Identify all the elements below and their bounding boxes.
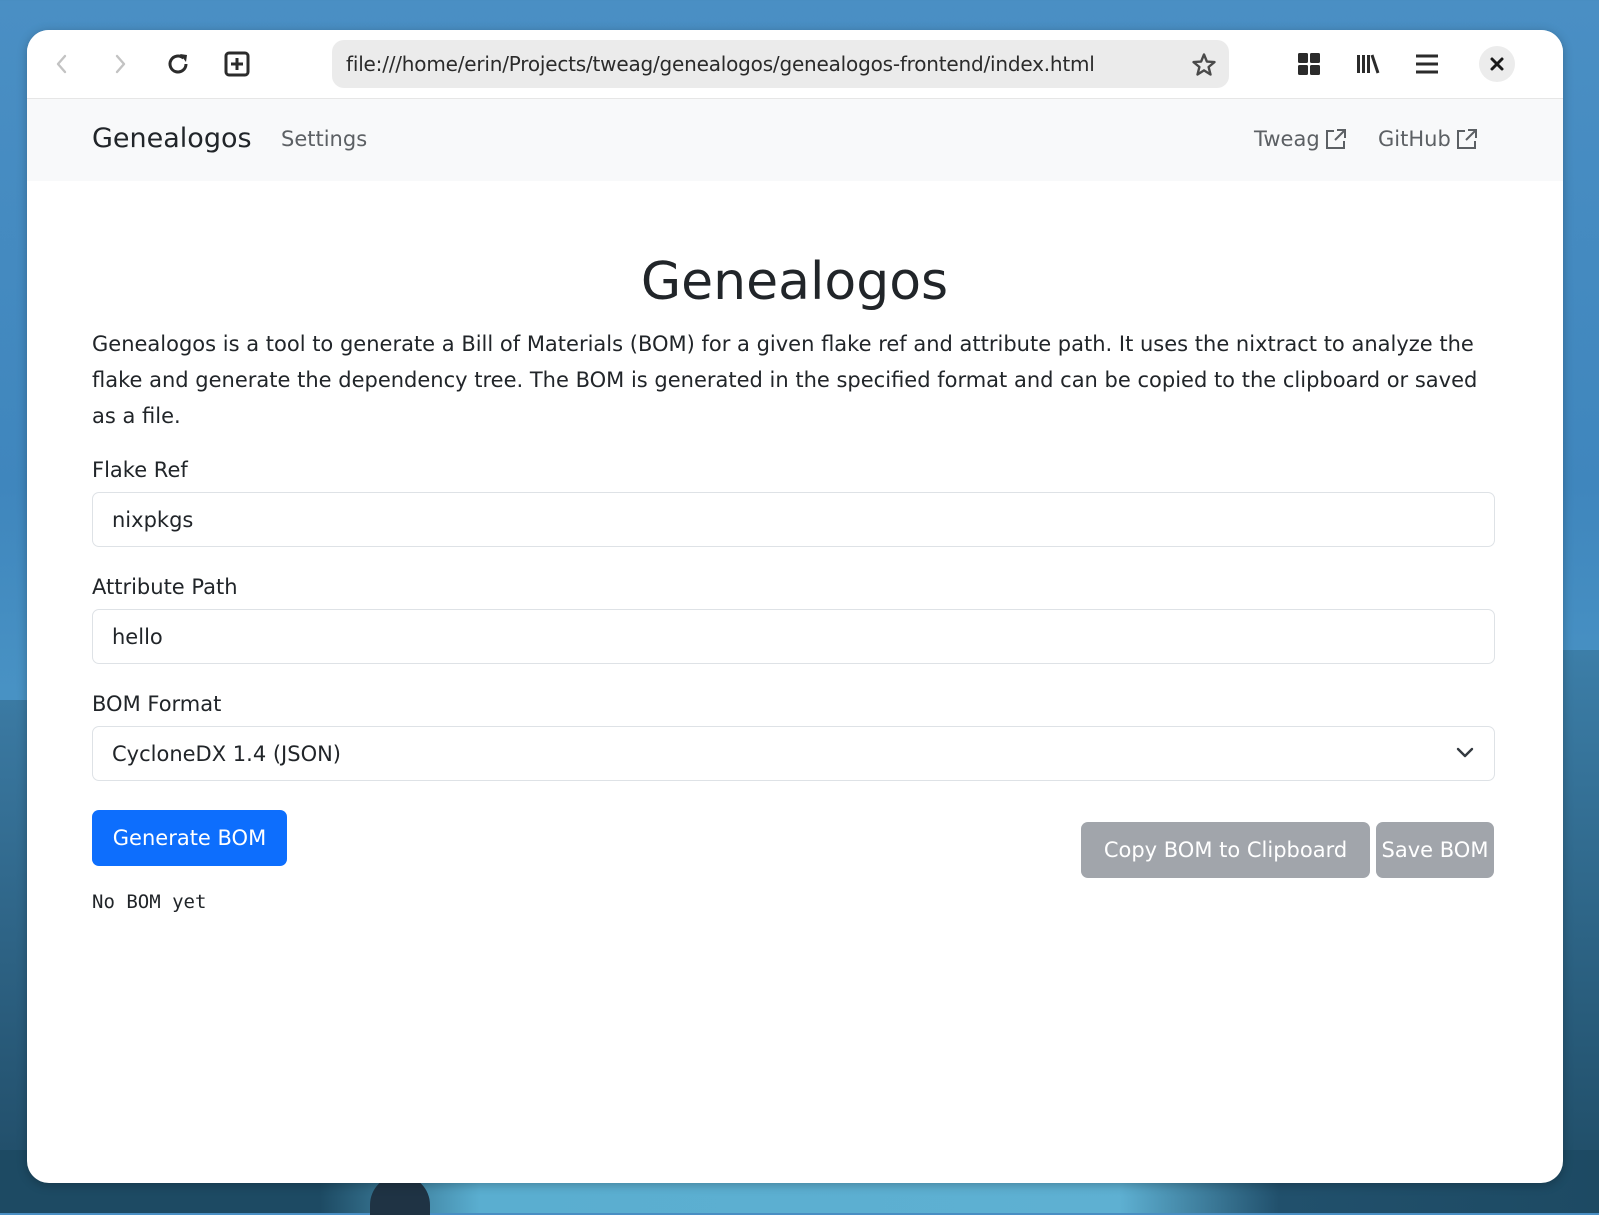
- close-icon: [1490, 57, 1504, 71]
- url-text[interactable]: file:///home/erin/Projects/tweag/genealo…: [346, 52, 1095, 76]
- bom-format-label: BOM Format: [92, 692, 222, 716]
- url-bar[interactable]: file:///home/erin/Projects/tweag/genealo…: [332, 40, 1229, 88]
- nav-link-settings[interactable]: Settings: [281, 127, 367, 151]
- attribute-path-label: Attribute Path: [92, 575, 238, 599]
- forward-button[interactable]: [103, 47, 137, 81]
- library-button[interactable]: [1351, 47, 1385, 81]
- hamburger-icon: [1416, 54, 1438, 74]
- page-title: Genealogos: [640, 252, 949, 312]
- bookmark-button[interactable]: [1191, 52, 1217, 82]
- bom-format-selected: CycloneDX 1.4 (JSON): [112, 741, 342, 766]
- nav-link-label: Tweag: [1254, 127, 1320, 151]
- chevron-left-icon: [56, 54, 67, 74]
- navbar-brand[interactable]: Genealogos: [92, 123, 252, 154]
- flake-ref-value: nixpkgs: [112, 507, 194, 532]
- flake-ref-input[interactable]: nixpkgs: [92, 492, 1495, 547]
- nav-link-label: GitHub: [1378, 127, 1451, 151]
- chevron-down-icon: [1456, 747, 1474, 758]
- star-icon: [1192, 53, 1216, 76]
- external-link-icon: [1456, 129, 1477, 149]
- back-button[interactable]: [45, 47, 79, 81]
- nav-link-github[interactable]: GitHub: [1378, 127, 1479, 151]
- grid-icon: [1298, 53, 1320, 75]
- flake-ref-label: Flake Ref: [92, 458, 188, 482]
- external-link-icon: [1325, 129, 1346, 149]
- extensions-button[interactable]: [1292, 47, 1326, 81]
- attribute-path-value: hello: [112, 624, 163, 649]
- attribute-path-input[interactable]: hello: [92, 609, 1495, 664]
- new-tab-button[interactable]: [220, 47, 254, 81]
- nav-link-tweag[interactable]: Tweag: [1254, 127, 1348, 151]
- copy-bom-button[interactable]: Copy BOM to Clipboard: [1081, 822, 1370, 878]
- library-icon: [1357, 54, 1380, 74]
- save-bom-button[interactable]: Save BOM: [1376, 822, 1494, 878]
- reload-icon: [168, 54, 188, 74]
- close-window-button[interactable]: [1479, 46, 1515, 82]
- chevron-right-icon: [115, 54, 126, 74]
- browser-window: file:///home/erin/Projects/tweag/genealo…: [27, 30, 1563, 1183]
- bom-output: No BOM yet: [92, 891, 207, 913]
- plus-square-icon: [224, 51, 250, 77]
- page-description: Genealogos is a tool to generate a Bill …: [92, 332, 1478, 428]
- reload-button[interactable]: [161, 47, 195, 81]
- bom-format-select[interactable]: CycloneDX 1.4 (JSON): [92, 726, 1495, 781]
- app-navbar: Genealogos Settings Tweag GitHub: [27, 99, 1563, 181]
- browser-toolbar: file:///home/erin/Projects/tweag/genealo…: [27, 30, 1563, 99]
- menu-button[interactable]: [1410, 47, 1444, 81]
- generate-bom-button[interactable]: Generate BOM: [92, 810, 287, 866]
